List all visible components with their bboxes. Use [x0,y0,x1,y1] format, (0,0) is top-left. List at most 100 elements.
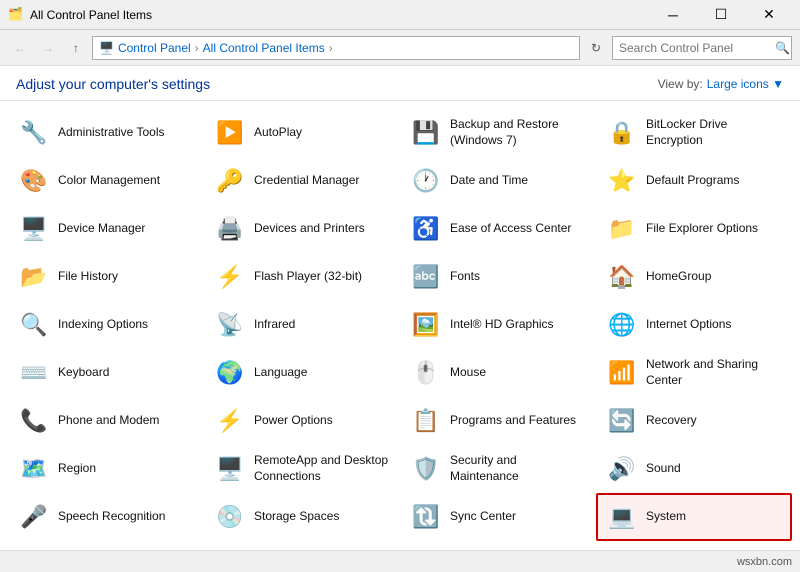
power-options-icon: ⚡ [214,405,246,437]
language-label: Language [254,365,307,381]
sound-icon: 🔊 [606,453,638,485]
maximize-button[interactable]: ☐ [698,0,744,30]
address-bar: ← → ↑ 🖥️ Control Panel › All Control Pan… [0,30,800,66]
cp-item-security-maintenance[interactable]: 🛡️ Security and Maintenance [400,445,596,493]
speech-recognition-icon: 🎤 [18,501,50,533]
status-bar: wsxbn.com [0,550,800,572]
cp-item-credential-manager[interactable]: 🔑Credential Manager [204,157,400,205]
view-by-control: View by: Large icons ▼ [658,77,784,91]
cp-item-language[interactable]: 🌍 Language [204,349,400,397]
cp-item-windows-defender[interactable]: 🛡️Windows Defender Firewall [596,541,792,550]
cp-item-troubleshooting[interactable]: 🔧Troubleshooting [204,541,400,550]
file-explorer-options-label: File Explorer Options [646,221,758,237]
internet-options-label: Internet Options [646,317,731,333]
cp-item-fonts[interactable]: 🔤Fonts [400,253,596,301]
cp-item-storage-spaces[interactable]: 💿 Storage Spaces [204,493,400,541]
fonts-label: Fonts [450,269,480,285]
cp-item-date-time[interactable]: 🕐Date and Time [400,157,596,205]
cp-item-user-accounts[interactable]: 👤User Accounts [400,541,596,550]
cp-item-device-manager[interactable]: 🖥️Device Manager [8,205,204,253]
cp-item-recovery[interactable]: 🔄Recovery [596,397,792,445]
cp-item-intel-hd-graphics[interactable]: 🖼️ Intel® HD Graphics [400,301,596,349]
remoteapp-label: RemoteApp and Desktop Connections [254,453,390,484]
administrative-tools-label: Administrative Tools [58,125,165,141]
mouse-icon: 🖱️ [410,357,442,389]
cp-item-default-programs[interactable]: ⭐Default Programs [596,157,792,205]
cp-item-mouse[interactable]: 🖱️ Mouse [400,349,596,397]
cp-item-autoplay[interactable]: ▶️ AutoPlay [204,109,400,157]
search-input[interactable] [612,36,792,60]
search-button[interactable]: 🔍 [775,41,790,55]
breadcrumb-all-items[interactable]: All Control Panel Items [203,41,325,55]
cp-item-administrative-tools[interactable]: 🔧Administrative Tools [8,109,204,157]
cp-item-phone-modem[interactable]: 📞Phone and Modem [8,397,204,445]
cp-item-region[interactable]: 🗺️Region [8,445,204,493]
cp-item-speech-recognition[interactable]: 🎤Speech Recognition [8,493,204,541]
device-manager-label: Device Manager [58,221,145,237]
cp-item-devices-printers[interactable]: 🖨️Devices and Printers [204,205,400,253]
cp-item-remoteapp[interactable]: 🖥️RemoteApp and Desktop Connections [204,445,400,493]
recovery-icon: 🔄 [606,405,638,437]
back-button[interactable]: ← [8,36,32,60]
bitlocker-icon: 🔒 [606,117,638,149]
cp-item-file-explorer-options[interactable]: 📁File Explorer Options [596,205,792,253]
cp-item-backup-restore[interactable]: 💾Backup and Restore (Windows 7) [400,109,596,157]
bitlocker-label: BitLocker Drive Encryption [646,117,782,148]
window-title: All Control Panel Items [30,8,152,22]
date-time-icon: 🕐 [410,165,442,197]
ease-of-access-icon: ♿ [410,213,442,245]
cp-item-infrared[interactable]: 📡Infrared [204,301,400,349]
credential-manager-icon: 🔑 [214,165,246,197]
refresh-button[interactable]: ↻ [584,36,608,60]
cp-item-power-options[interactable]: ⚡ Power Options [204,397,400,445]
cp-item-network-sharing[interactable]: 📶Network and Sharing Center [596,349,792,397]
intel-hd-graphics-label: Intel® HD Graphics [450,317,554,333]
cp-item-sync-center[interactable]: 🔃 Sync Center [400,493,596,541]
breadcrumb-control-panel[interactable]: Control Panel [118,41,191,55]
security-maintenance-label: Security and Maintenance [450,453,586,484]
autoplay-label: AutoPlay [254,125,302,141]
mouse-label: Mouse [450,365,486,381]
network-sharing-icon: 📶 [606,357,638,389]
language-icon: 🌍 [214,357,246,389]
breadcrumb: 🖥️ Control Panel › All Control Panel Ite… [92,36,580,60]
power-options-label: Power Options [254,413,333,429]
cp-item-keyboard[interactable]: ⌨️Keyboard [8,349,204,397]
cp-item-system[interactable]: 💻System [596,493,792,541]
security-maintenance-icon: 🛡️ [410,453,442,485]
top-bar: Adjust your computer's settings View by:… [0,66,800,101]
cp-item-sound[interactable]: 🔊 Sound [596,445,792,493]
sound-label: Sound [646,461,681,477]
cp-item-bitlocker[interactable]: 🔒 BitLocker Drive Encryption [596,109,792,157]
minimize-button[interactable]: ─ [650,0,696,30]
cp-item-internet-options[interactable]: 🌐 Internet Options [596,301,792,349]
cp-item-ease-of-access[interactable]: ♿Ease of Access Center [400,205,596,253]
keyboard-icon: ⌨️ [18,357,50,389]
phone-modem-label: Phone and Modem [58,413,159,429]
forward-button[interactable]: → [36,36,60,60]
storage-spaces-icon: 💿 [214,501,246,533]
color-management-icon: 🎨 [18,165,50,197]
cp-item-color-management[interactable]: 🎨 Color Management [8,157,204,205]
cp-item-programs-features[interactable]: 📋Programs and Features [400,397,596,445]
backup-restore-label: Backup and Restore (Windows 7) [450,117,586,148]
cp-item-file-history[interactable]: 📂File History [8,253,204,301]
sync-center-label: Sync Center [450,509,516,525]
storage-spaces-label: Storage Spaces [254,509,339,525]
file-history-icon: 📂 [18,261,50,293]
up-button[interactable]: ↑ [64,36,88,60]
internet-options-icon: 🌐 [606,309,638,341]
intel-hd-graphics-icon: 🖼️ [410,309,442,341]
cp-item-homegroup[interactable]: 🏠HomeGroup [596,253,792,301]
close-button[interactable]: ✕ [746,0,792,30]
title-bar: 🗂️ All Control Panel Items ─ ☐ ✕ [0,0,800,30]
autoplay-icon: ▶️ [214,117,246,149]
color-management-label: Color Management [58,173,160,189]
window-icon: 🗂️ [8,7,24,23]
cp-item-taskbar-navigation[interactable]: 📌Taskbar and Navigation [8,541,204,550]
window-controls: ─ ☐ ✕ [650,0,792,30]
cp-item-flash-player[interactable]: ⚡Flash Player (32-bit) [204,253,400,301]
sync-center-icon: 🔃 [410,501,442,533]
cp-item-indexing-options[interactable]: 🔍Indexing Options [8,301,204,349]
view-by-value[interactable]: Large icons ▼ [707,77,784,91]
